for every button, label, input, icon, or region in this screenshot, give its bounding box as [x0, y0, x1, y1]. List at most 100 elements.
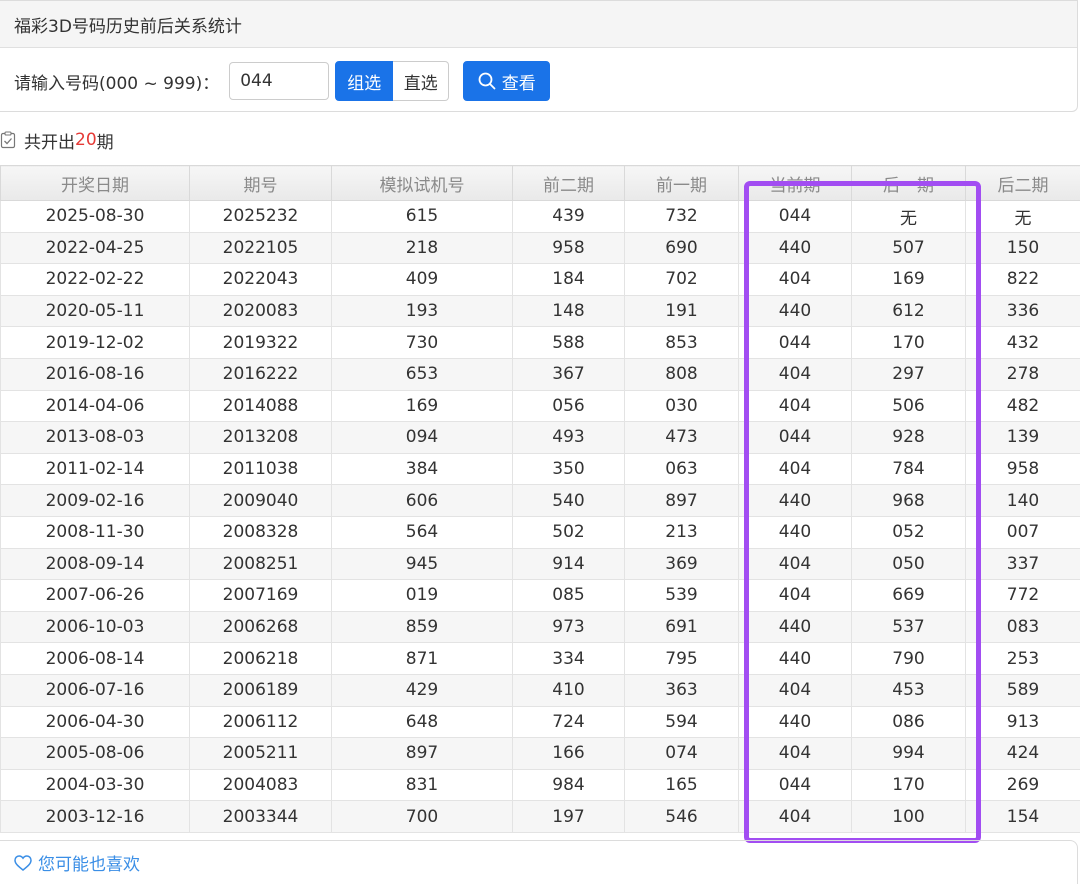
table-row: 2016-08-162016222653367808404297278 [1, 358, 1080, 390]
table-cell: 2006-04-30 [1, 706, 190, 738]
column-header: 开奖日期 [1, 166, 190, 201]
table-row: 2014-04-062014088169056030404506482 [1, 390, 1080, 422]
table-cell: 2006218 [190, 643, 332, 675]
column-header: 模拟试机号 [332, 166, 513, 201]
table-cell: 453 [852, 674, 966, 706]
table-cell: 691 [625, 611, 739, 643]
table-cell: 404 [739, 801, 852, 833]
direct-select-button[interactable]: 直选 [393, 61, 449, 101]
table-cell: 2006189 [190, 674, 332, 706]
table-cell: 404 [739, 358, 852, 390]
table-cell: 594 [625, 706, 739, 738]
summary-suffix: 期 [97, 128, 114, 153]
column-header: 前二期 [513, 166, 625, 201]
table-row: 2006-08-142006218871334795440790253 [1, 643, 1080, 675]
table-cell: 928 [852, 422, 966, 454]
table-row: 2004-03-302004083831984165044170269 [1, 769, 1080, 801]
number-input[interactable] [229, 62, 329, 100]
table-cell: 473 [625, 422, 739, 454]
table-cell: 139 [966, 422, 1080, 454]
table-cell: 197 [513, 801, 625, 833]
table-row: 2005-08-062005211897166074404994424 [1, 738, 1080, 770]
table-cell: 404 [739, 548, 852, 580]
table-cell: 169 [332, 390, 513, 422]
table-cell: 2007169 [190, 580, 332, 612]
table-cell: 648 [332, 706, 513, 738]
table-row: 2019-12-022019322730588853044170432 [1, 327, 1080, 359]
view-button[interactable]: 查看 [463, 61, 550, 101]
table-cell: 404 [739, 390, 852, 422]
result-summary: 共开出 20 期 [0, 127, 114, 153]
table-cell: 439 [513, 201, 625, 233]
table-cell: 297 [852, 358, 966, 390]
table-cell: 2008-11-30 [1, 516, 190, 548]
table-cell: 086 [852, 706, 966, 738]
table-cell: 2020-05-11 [1, 295, 190, 327]
table-cell: 507 [852, 232, 966, 264]
summary-prefix: 共开出 [24, 128, 75, 153]
table-cell: 690 [625, 232, 739, 264]
table-cell: 973 [513, 611, 625, 643]
table-cell: 085 [513, 580, 625, 612]
table-cell: 2003344 [190, 801, 332, 833]
table-cell: 2008251 [190, 548, 332, 580]
table-cell: 2025232 [190, 201, 332, 233]
table-cell: 150 [966, 232, 1080, 264]
table-cell: 140 [966, 485, 1080, 517]
table-cell: 2019322 [190, 327, 332, 359]
table-cell: 539 [625, 580, 739, 612]
table-cell: 2022043 [190, 264, 332, 296]
table-cell: 506 [852, 390, 966, 422]
table-cell: 191 [625, 295, 739, 327]
table-cell: 958 [966, 453, 1080, 485]
table-cell: 044 [739, 201, 852, 233]
table-cell: 831 [332, 769, 513, 801]
table-row: 2013-08-032013208094493473044928139 [1, 422, 1080, 454]
clipboard-check-icon [0, 131, 16, 149]
table-cell: 166 [513, 738, 625, 770]
table-cell: 2019-12-02 [1, 327, 190, 359]
table-cell: 2020083 [190, 295, 332, 327]
table-cell: 871 [332, 643, 513, 675]
table-cell: 409 [332, 264, 513, 296]
table-row: 2022-04-252022105218958690440507150 [1, 232, 1080, 264]
table-cell: 384 [332, 453, 513, 485]
table-cell: 440 [739, 516, 852, 548]
column-header: 后二期 [966, 166, 1080, 201]
table-cell: 546 [625, 801, 739, 833]
table-cell: 019 [332, 580, 513, 612]
table-cell: 859 [332, 611, 513, 643]
table-cell: 502 [513, 516, 625, 548]
table-cell: 2006-07-16 [1, 674, 190, 706]
table-cell: 无 [966, 201, 1080, 233]
table-cell: 724 [513, 706, 625, 738]
group-select-button[interactable]: 组选 [335, 61, 393, 101]
table-row: 2025-08-302025232615439732044无无 [1, 201, 1080, 233]
table-cell: 154 [966, 801, 1080, 833]
table-row: 2006-10-032006268859973691440537083 [1, 611, 1080, 643]
table-cell: 432 [966, 327, 1080, 359]
recommend-section[interactable]: 您可能也喜欢 [0, 840, 1078, 884]
table-cell: 440 [739, 611, 852, 643]
table-cell: 700 [332, 801, 513, 833]
table-cell: 913 [966, 706, 1080, 738]
table-cell: 063 [625, 453, 739, 485]
table-cell: 336 [966, 295, 1080, 327]
table-row: 2003-12-162003344700197546404100154 [1, 801, 1080, 833]
table-cell: 2011-02-14 [1, 453, 190, 485]
table-cell: 2014088 [190, 390, 332, 422]
table-row: 2008-11-302008328564502213440052007 [1, 516, 1080, 548]
table-cell: 2006112 [190, 706, 332, 738]
table-cell: 170 [852, 327, 966, 359]
table-cell: 169 [852, 264, 966, 296]
table-cell: 100 [852, 801, 966, 833]
table-cell: 363 [625, 674, 739, 706]
number-input-label: 请输入号码(000 ~ 999)： [14, 69, 219, 94]
table-cell: 218 [332, 232, 513, 264]
table-cell: 968 [852, 485, 966, 517]
column-header: 当前期 [739, 166, 852, 201]
table-cell: 429 [332, 674, 513, 706]
table-cell: 822 [966, 264, 1080, 296]
table-cell: 369 [625, 548, 739, 580]
table-cell: 404 [739, 674, 852, 706]
